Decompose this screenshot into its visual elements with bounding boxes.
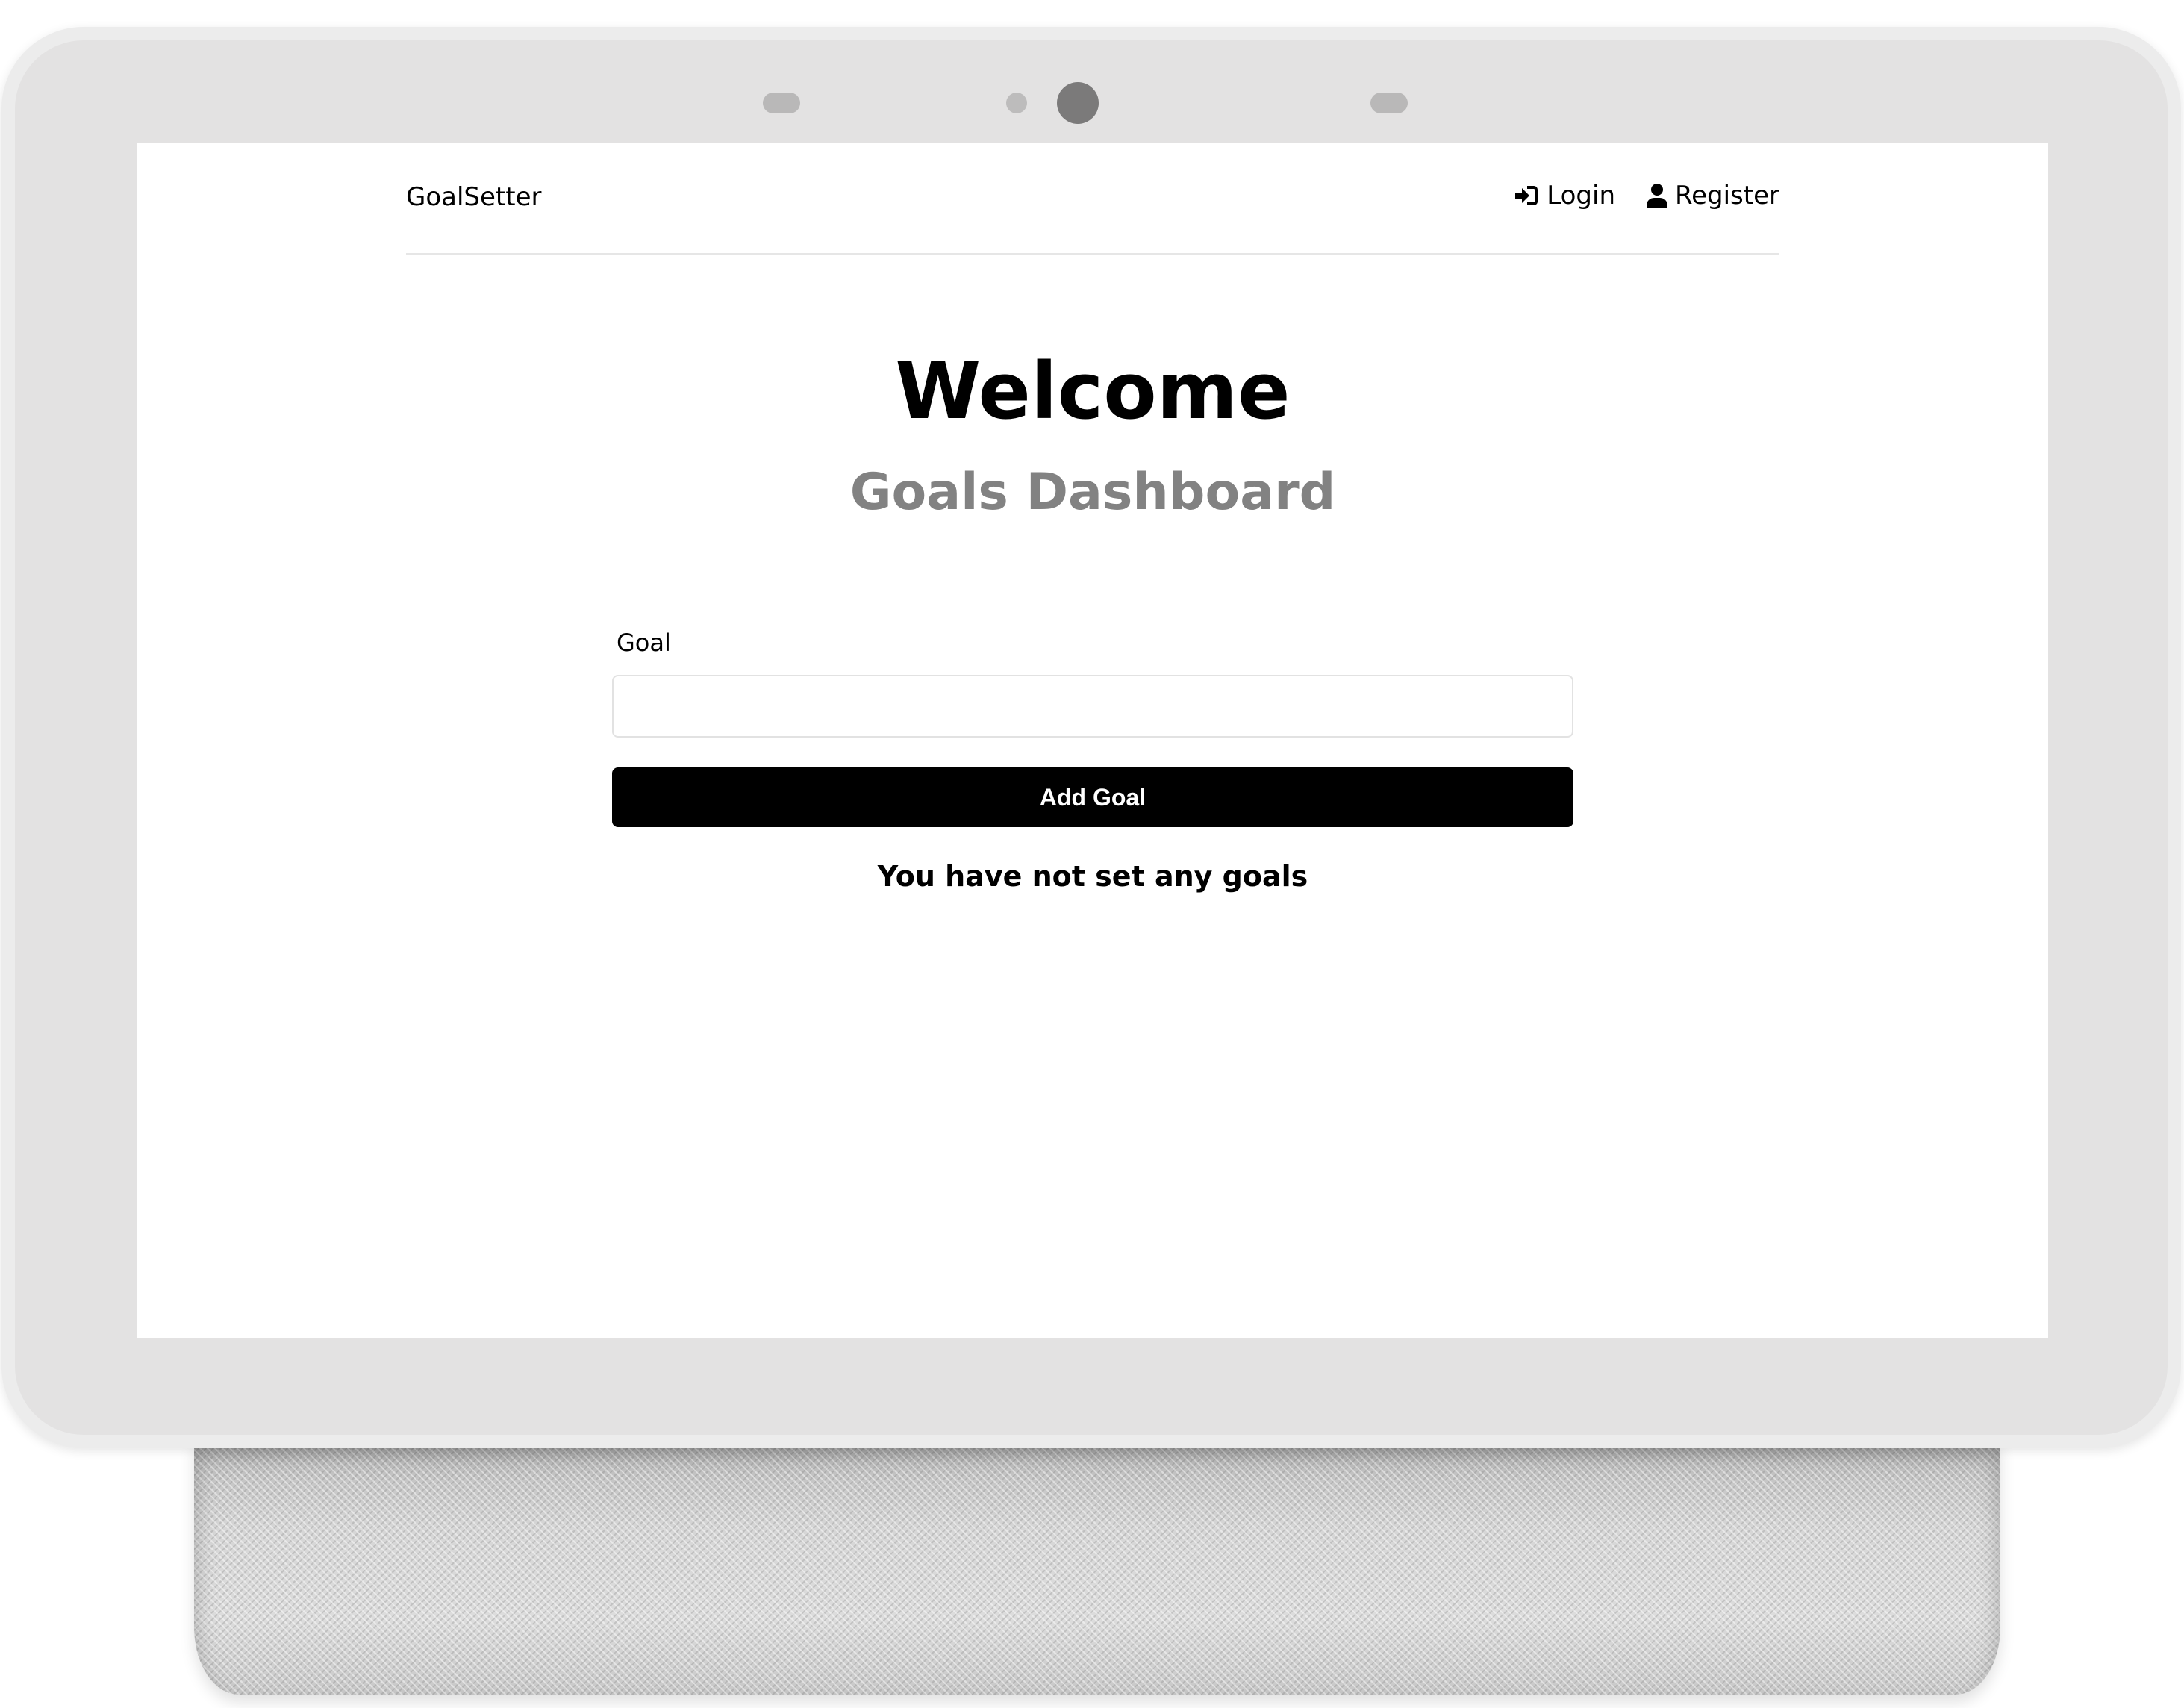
app-logo-link[interactable]: GoalSetter bbox=[406, 182, 542, 212]
register-label: Register bbox=[1675, 181, 1779, 211]
app-container: GoalSetter Login Register Welcome Goals … bbox=[406, 143, 1779, 1338]
goal-field-label: Goal bbox=[617, 629, 671, 657]
dashboard-heading: Welcome Goals Dashboard bbox=[406, 345, 1779, 523]
top-header: GoalSetter Login Register bbox=[406, 143, 1779, 255]
speaker-base bbox=[194, 1441, 2000, 1695]
login-link[interactable]: Login bbox=[1514, 181, 1615, 211]
goal-input[interactable] bbox=[612, 675, 1573, 738]
camera-lens bbox=[1057, 82, 1099, 124]
register-link[interactable]: Register bbox=[1647, 181, 1779, 211]
empty-goals-message: You have not set any goals bbox=[877, 860, 1308, 893]
login-label: Login bbox=[1547, 181, 1616, 211]
user-icon bbox=[1647, 183, 1668, 208]
sign-in-icon bbox=[1514, 184, 1539, 207]
welcome-title: Welcome bbox=[895, 346, 1291, 437]
goal-form: Goal Add Goal You have not set any goals bbox=[612, 629, 1573, 893]
header-nav: Login Register bbox=[1514, 181, 1779, 211]
smart-display-device: GoalSetter Login Register Welcome Goals … bbox=[0, 0, 2184, 1708]
light-sensor-left bbox=[763, 93, 800, 113]
sensor-dot bbox=[1006, 93, 1027, 113]
app-screen: GoalSetter Login Register Welcome Goals … bbox=[137, 143, 2048, 1338]
light-sensor-right bbox=[1370, 93, 1408, 113]
dashboard-subtitle: Goals Dashboard bbox=[849, 462, 1336, 522]
add-goal-button[interactable]: Add Goal bbox=[612, 767, 1573, 827]
